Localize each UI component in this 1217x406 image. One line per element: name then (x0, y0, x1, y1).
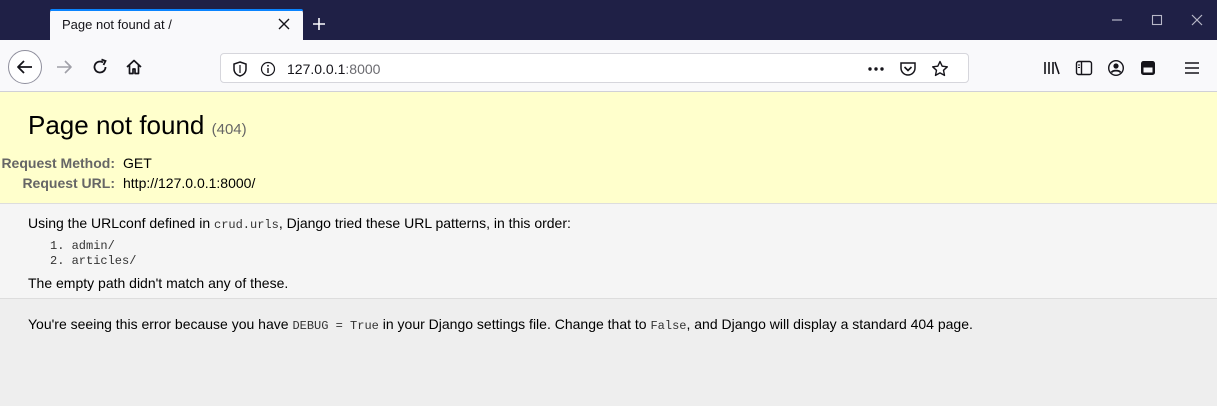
extension-icon[interactable] (1132, 52, 1164, 84)
address-bar[interactable]: 127.0.0.1:8000 (220, 53, 969, 83)
nav-toolbar: 127.0.0.1:8000 (0, 40, 1217, 92)
debug-explanation: You're seeing this error because you hav… (0, 299, 1217, 406)
page-content: Page not found (404) Request Method: GET … (0, 92, 1217, 406)
tab-active-indicator (50, 9, 303, 11)
sidebar-icon[interactable] (1068, 52, 1100, 84)
debug-prefix: You're seeing this error because you hav… (28, 316, 293, 332)
url-patterns-info: Using the URLconf defined in crud.urls, … (0, 204, 1217, 299)
account-icon[interactable] (1100, 52, 1132, 84)
urlconf-module: crud.urls (214, 218, 279, 232)
urlconf-prefix: Using the URLconf defined in (28, 215, 214, 231)
no-match-message: The empty path didn't match any of these… (28, 275, 289, 291)
title-bar: Page not found at / (0, 0, 1217, 40)
debug-message: You're seeing this error because you hav… (28, 316, 973, 333)
back-button[interactable] (8, 50, 42, 84)
status-code: (404) (211, 121, 247, 138)
url-port: :8000 (345, 61, 381, 77)
debug-suffix: , and Django will display a standard 404… (686, 316, 973, 332)
url-pattern-item: 2. articles/ (50, 254, 137, 268)
shield-icon[interactable] (229, 58, 251, 80)
info-icon[interactable] (257, 58, 279, 80)
maximize-icon[interactable] (1137, 0, 1177, 40)
error-summary: Page not found (404) Request Method: GET … (0, 92, 1217, 204)
library-icon[interactable] (1036, 52, 1068, 84)
urlconf-message: Using the URLconf defined in crud.urls, … (28, 215, 571, 232)
close-tab-icon[interactable] (273, 13, 295, 35)
url-pattern-item: 1. admin/ (50, 239, 115, 253)
url-text[interactable]: 127.0.0.1:8000 (287, 61, 380, 77)
url-host: 127.0.0.1 (287, 61, 346, 77)
debug-false-value: False (650, 319, 687, 333)
request-method-row: Request Method: GET (0, 155, 152, 171)
menu-icon[interactable] (1176, 52, 1208, 84)
home-button[interactable] (118, 51, 150, 83)
pocket-icon[interactable] (897, 58, 919, 80)
forward-button[interactable] (48, 51, 80, 83)
bookmark-star-icon[interactable] (929, 58, 951, 80)
page-actions-icon[interactable] (865, 58, 887, 80)
urlconf-suffix: , Django tried these URL patterns, in th… (278, 215, 571, 231)
debug-middle: in your Django settings file. Change tha… (378, 316, 651, 332)
page-title: Page not found (404) (28, 110, 247, 141)
request-method-value: GET (123, 155, 152, 171)
request-url-row: Request URL: http://127.0.0.1:8000/ (0, 175, 255, 191)
page-title-text: Page not found (28, 110, 205, 140)
reload-button[interactable] (84, 51, 116, 83)
browser-tab[interactable]: Page not found at / (50, 9, 303, 40)
minimize-icon[interactable] (1097, 0, 1137, 40)
new-tab-icon[interactable] (305, 11, 333, 37)
request-url-value: http://127.0.0.1:8000/ (123, 175, 256, 191)
debug-setting: DEBUG = True (292, 319, 379, 333)
close-window-icon[interactable] (1177, 0, 1217, 40)
tab-title: Page not found at / (62, 17, 172, 32)
request-url-label: Request URL: (22, 175, 115, 191)
request-method-label: Request Method: (1, 155, 115, 171)
